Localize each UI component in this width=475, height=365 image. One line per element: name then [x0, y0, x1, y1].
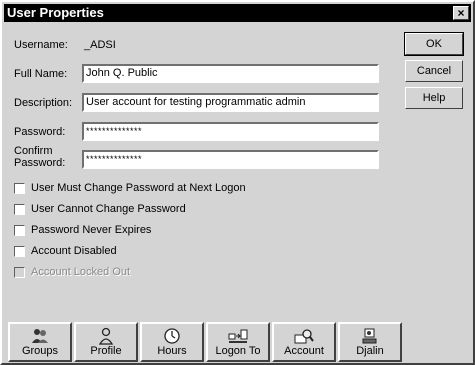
confirm-label-line1: Confirm — [14, 145, 53, 157]
ok-button[interactable]: OK — [404, 32, 464, 56]
checkbox-box — [14, 267, 25, 278]
logon-to-label: Logon To — [215, 345, 261, 357]
profile-button[interactable]: Profile — [74, 322, 138, 362]
account-button[interactable]: Account — [272, 322, 336, 362]
username-label: Username: — [14, 39, 68, 51]
fullname-field[interactable]: John Q. Public — [82, 64, 379, 83]
bottom-button-bar: Groups Profile Hours Logon To Account Dj… — [8, 322, 468, 362]
groups-icon — [32, 329, 48, 343]
fullname-label: Full Name: — [14, 68, 68, 80]
clock-icon — [164, 328, 180, 344]
description-field[interactable]: User account for testing programmatic ad… — [82, 93, 379, 112]
account-label: Account — [284, 345, 324, 357]
profile-icon — [98, 327, 114, 345]
hours-label: Hours — [157, 345, 187, 357]
password-label: Password: — [14, 126, 66, 138]
checkbox-box[interactable] — [14, 246, 25, 257]
checkbox-label: Account Disabled — [31, 245, 117, 257]
confirm-label-line2: Password: — [14, 157, 66, 169]
close-button[interactable]: × — [453, 6, 469, 20]
window-title: User Properties — [7, 5, 104, 20]
confirm-password-field[interactable]: ************** — [82, 150, 379, 169]
account-search-icon — [294, 329, 314, 344]
username-value: _ADSI — [84, 39, 116, 51]
checkbox-label: User Must Change Password at Next Logon — [31, 182, 246, 194]
hours-button[interactable]: Hours — [140, 322, 204, 362]
dialin-label: Djalin — [356, 345, 384, 357]
checkbox-label: Account Locked Out — [31, 266, 131, 278]
password-field[interactable]: ************** — [82, 122, 379, 141]
user-properties-dialog: User Properties × Username: _ADSI Full N… — [0, 0, 475, 365]
title-bar[interactable]: User Properties × — [4, 4, 471, 22]
help-button[interactable]: Help — [405, 87, 463, 109]
checkbox-box[interactable] — [14, 204, 25, 215]
description-label: Description: — [14, 97, 73, 109]
workstations-icon — [228, 329, 248, 343]
groups-button[interactable]: Groups — [8, 322, 72, 362]
checkbox-box[interactable] — [14, 183, 25, 194]
logon-to-button[interactable]: Logon To — [206, 322, 270, 362]
cancel-button[interactable]: Cancel — [405, 60, 463, 82]
dialin-button[interactable]: Djalin — [338, 322, 402, 362]
checkbox-box[interactable] — [14, 225, 25, 236]
dialin-icon — [362, 328, 377, 344]
checkbox-label: Password Never Expires — [31, 224, 152, 236]
profile-label: Profile — [90, 345, 122, 357]
checkbox-label: User Cannot Change Password — [31, 203, 186, 215]
confirm-password-label: Confirm Password: — [14, 145, 65, 169]
groups-label: Groups — [21, 345, 59, 357]
